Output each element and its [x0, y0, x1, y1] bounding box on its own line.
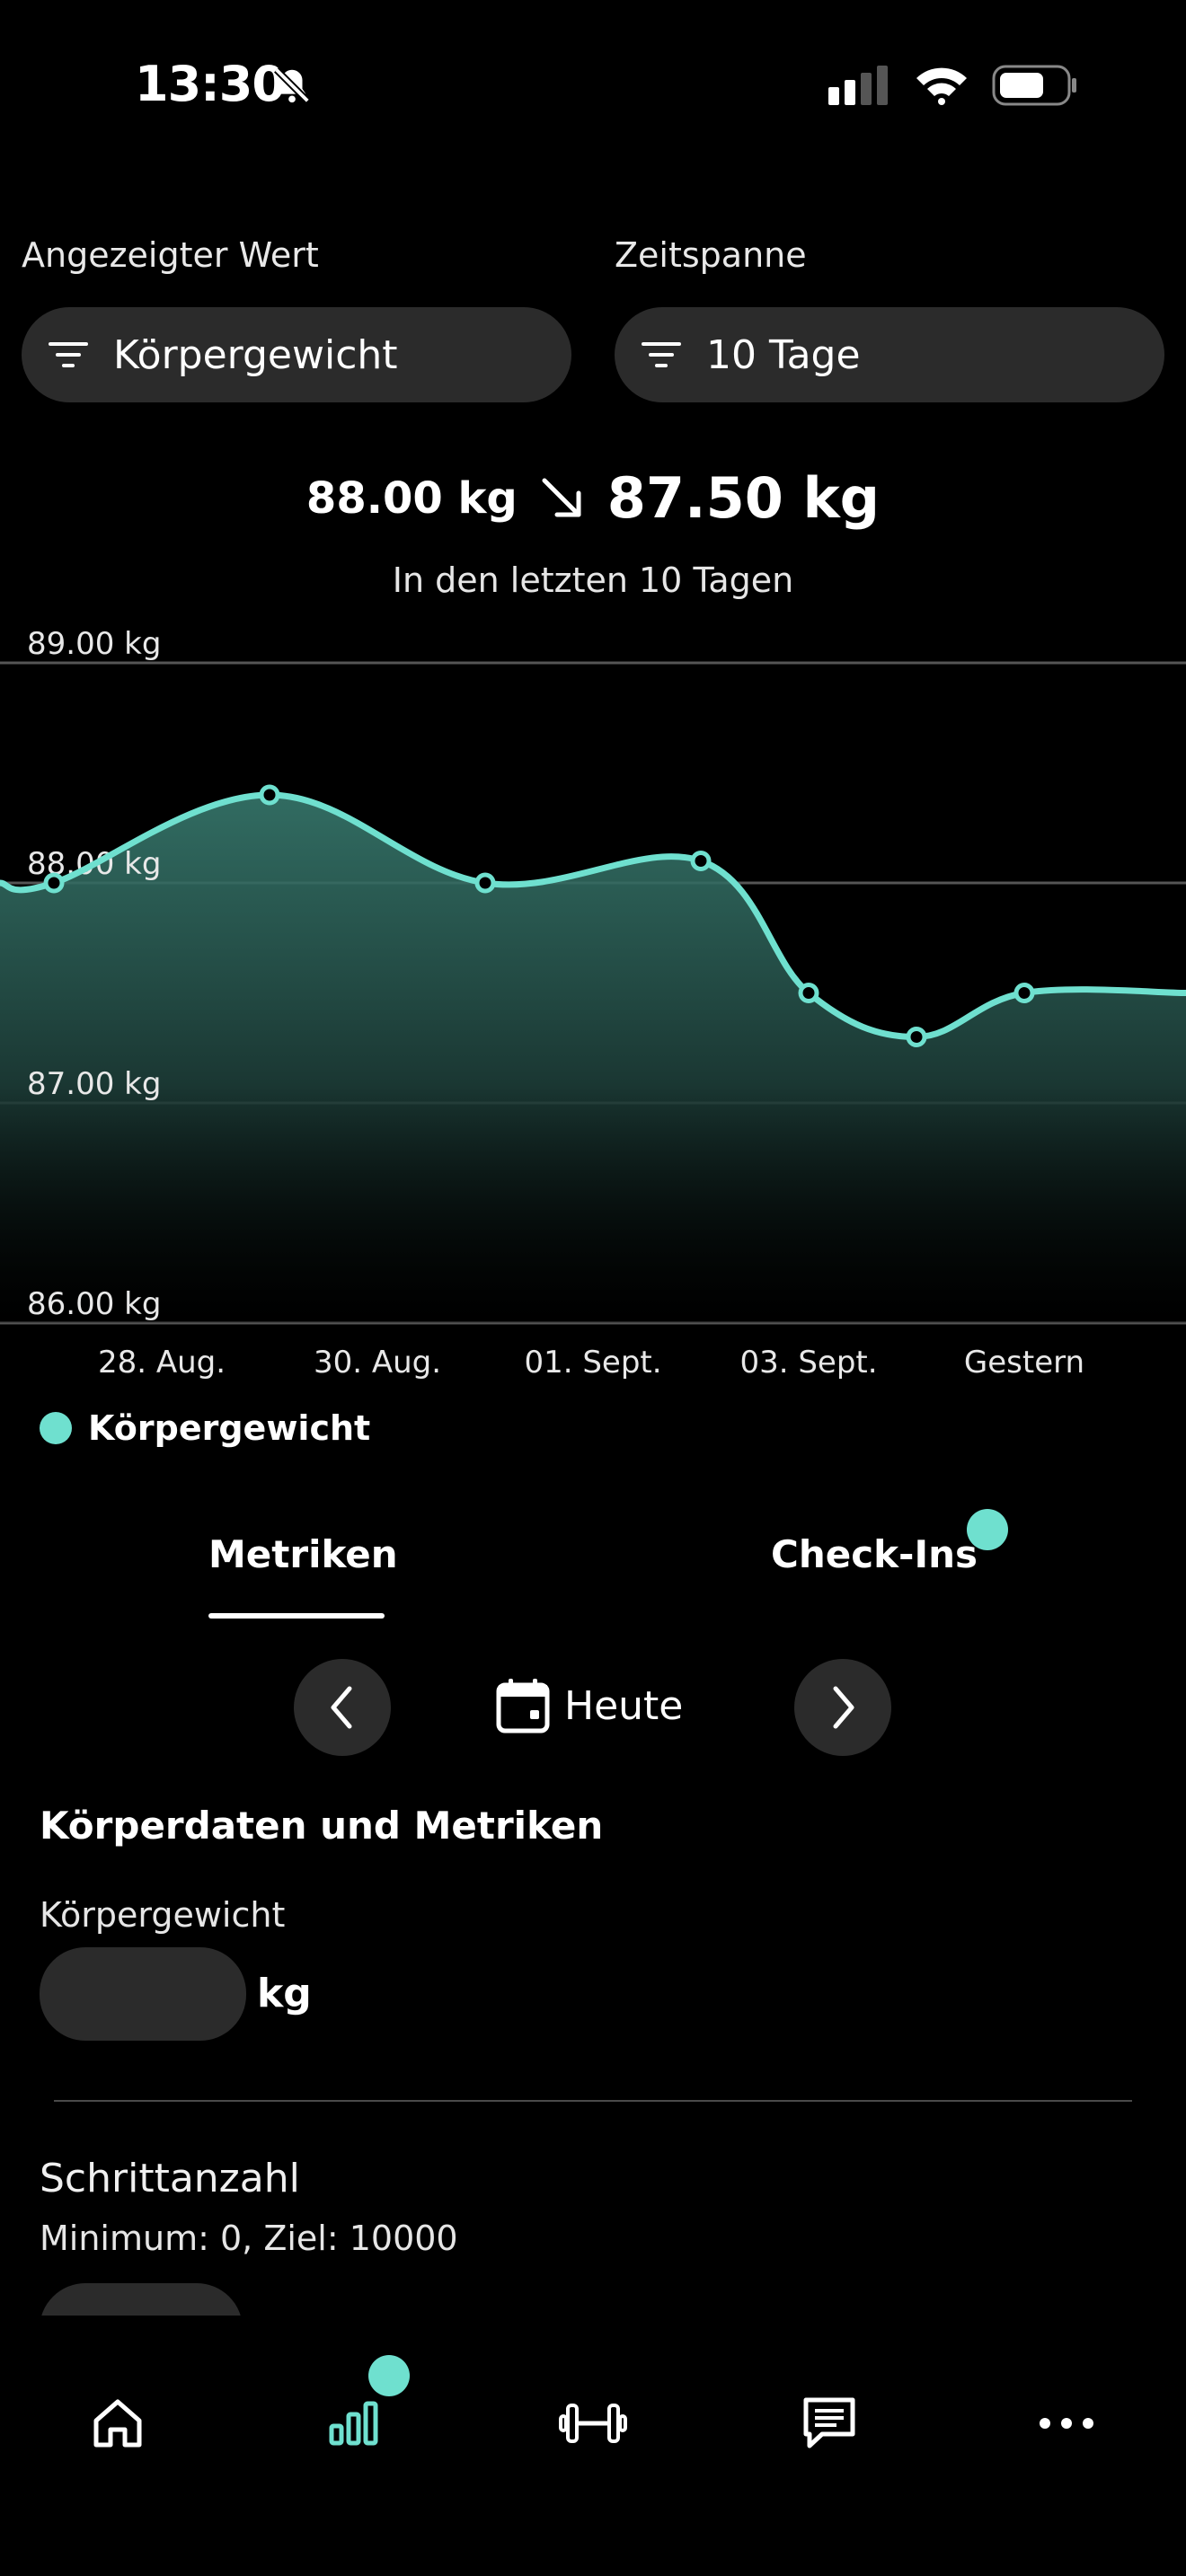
- date-selector[interactable]: Heute: [496, 1678, 683, 1734]
- cellular-signal-icon: [828, 66, 888, 105]
- start-value: 88.00 kg: [305, 472, 518, 524]
- metric-filter-label: Angezeigter Wert: [22, 235, 319, 275]
- chevron-right-icon: [833, 1686, 854, 1729]
- battery-icon: [992, 65, 1076, 106]
- trend-down-icon: [542, 478, 581, 516]
- tab-metrics[interactable]: Metriken: [208, 1532, 398, 1576]
- dumbbell-icon: [559, 2404, 627, 2443]
- steps-field-label: Schrittanzahl: [40, 2156, 300, 2201]
- nav-more[interactable]: [1013, 2369, 1120, 2477]
- legend-swatch: [40, 1412, 72, 1444]
- data-point[interactable]: [690, 851, 712, 871]
- home-icon: [93, 2399, 142, 2448]
- weight-chart: 89.00 kg88.00 kg87.00 kg86.00 kg 28. Aug…: [0, 626, 1186, 1381]
- divider: [54, 2100, 1132, 2102]
- y-tick-label: 87.00 kg: [27, 1066, 161, 1102]
- data-point[interactable]: [474, 872, 496, 894]
- y-tick-label: 89.00 kg: [27, 626, 161, 662]
- date-label: Heute: [564, 1682, 684, 1729]
- data-point[interactable]: [798, 983, 819, 1003]
- nav-workouts[interactable]: [539, 2369, 647, 2477]
- range-filter-value: 10 Tage: [706, 331, 861, 378]
- section-title: Körperdaten und Metriken: [40, 1804, 604, 1848]
- bottom-navigation: [0, 2316, 1186, 2576]
- weight-unit: kg: [257, 1971, 312, 2016]
- stats-icon: [329, 2401, 378, 2446]
- range-filter-label: Zeitspanne: [615, 235, 807, 275]
- x-tick-label: 30. Aug.: [314, 1345, 441, 1381]
- active-tab-indicator: [208, 1613, 385, 1619]
- x-tick-label: 03. Sept.: [739, 1345, 877, 1381]
- x-tick-label: 28. Aug.: [98, 1345, 226, 1381]
- filter-icon: [642, 342, 681, 367]
- steps-field-partial: [40, 2283, 399, 2316]
- x-tick-label: 01. Sept.: [524, 1345, 661, 1381]
- status-time: 13:30: [135, 56, 286, 112]
- legend-label: Körpergewicht: [88, 1408, 371, 1448]
- bell-muted-icon: [271, 65, 313, 110]
- filter-icon: [49, 342, 88, 367]
- data-point[interactable]: [906, 1027, 927, 1047]
- weight-area: [0, 795, 1186, 1323]
- x-tick-label: Gestern: [964, 1345, 1084, 1381]
- data-point[interactable]: [43, 872, 65, 894]
- y-tick-label: 86.00 kg: [27, 1286, 161, 1322]
- weight-summary: 88.00 kg 87.50 kg: [0, 465, 1186, 531]
- data-point[interactable]: [259, 784, 280, 806]
- nav-messages[interactable]: [775, 2369, 883, 2477]
- more-icon: [1040, 2418, 1093, 2429]
- data-point[interactable]: [1013, 983, 1035, 1003]
- weight-input[interactable]: [40, 1947, 246, 2041]
- summary-subtitle: In den letzten 10 Tagen: [392, 560, 794, 600]
- metric-filter-button[interactable]: Körpergewicht: [22, 307, 571, 402]
- calendar-icon: [496, 1679, 550, 1734]
- steps-input[interactable]: [40, 2283, 243, 2316]
- stats-notification-badge: [368, 2355, 410, 2396]
- weight-field-label: Körpergewicht: [40, 1895, 286, 1935]
- wifi-icon: [916, 67, 967, 105]
- steps-hint: Minimum: 0, Ziel: 10000: [40, 2219, 458, 2258]
- checkins-notification-badge: [967, 1509, 1008, 1550]
- end-value: 87.50 kg: [606, 465, 881, 531]
- range-filter-button[interactable]: 10 Tage: [615, 307, 1164, 402]
- previous-day-button[interactable]: [294, 1659, 391, 1756]
- nav-home[interactable]: [64, 2369, 172, 2477]
- tab-checkins[interactable]: Check-Ins: [771, 1532, 978, 1576]
- chevron-left-icon: [331, 1686, 352, 1729]
- metric-filter-value: Körpergewicht: [113, 331, 398, 378]
- chat-icon: [803, 2397, 855, 2448]
- next-day-button[interactable]: [794, 1659, 891, 1756]
- chart-legend: Körpergewicht: [40, 1408, 370, 1448]
